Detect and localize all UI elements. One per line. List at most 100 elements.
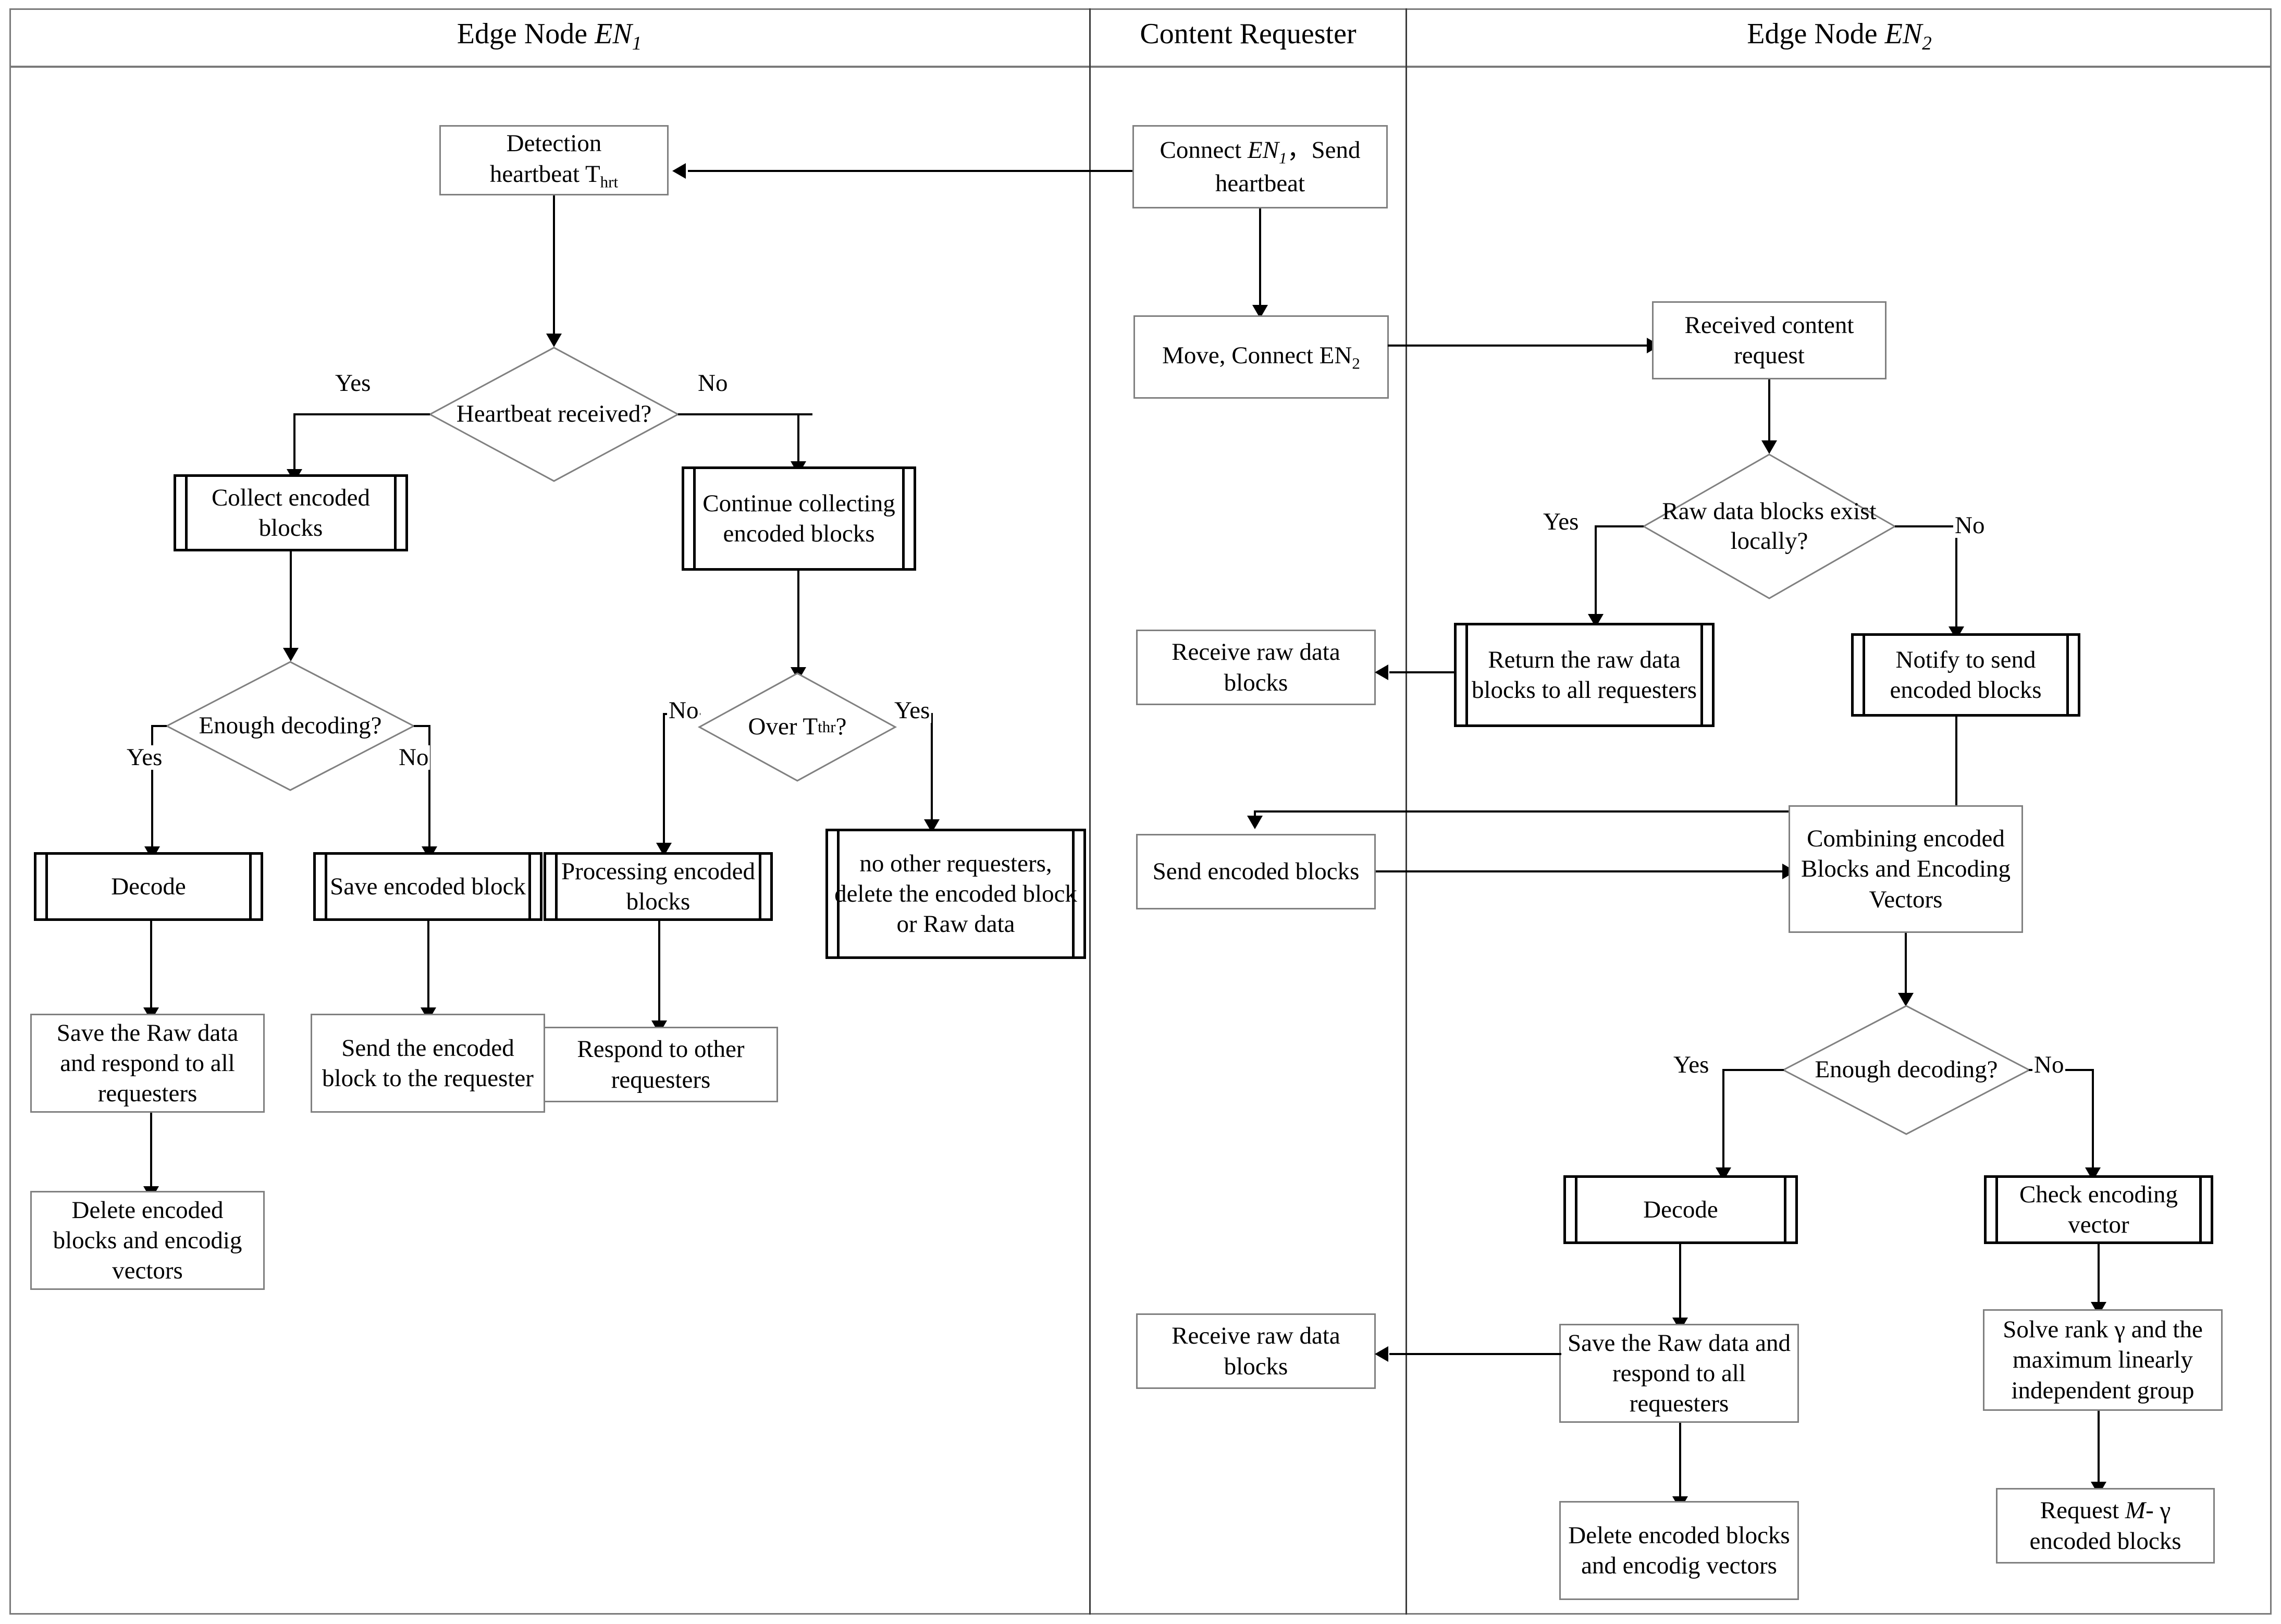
arrowhead-connect-to-detection bbox=[672, 163, 686, 179]
arrowhead-to-heartbeat-diamond bbox=[546, 334, 562, 347]
node-connect-en1-send-heartbeat-label: Connect EN1，Send heartbeat bbox=[1160, 136, 1361, 197]
arrowhead-received-to-rawdiamond bbox=[1761, 440, 1777, 454]
node-check-encoding-vector[interactable]: Check encoding vector bbox=[1984, 1175, 2213, 1244]
edge-enough2-no-v bbox=[2092, 1069, 2094, 1171]
node-no-other-requesters-label: no other requesters, delete the encoded … bbox=[834, 850, 1077, 938]
edge-heartbeat-yes-h bbox=[293, 413, 430, 415]
edge-sendencoded-to-combining bbox=[1376, 870, 1785, 872]
node-collect-encoded-blocks-label: Collect encoded blocks bbox=[211, 484, 371, 542]
decision-enough-decoding-en1[interactable]: Enough decoding? bbox=[165, 661, 416, 791]
decision-over-tthr[interactable]: Over Tthr? bbox=[697, 672, 897, 782]
node-return-raw-to-all[interactable]: Return the raw data blocks to all reques… bbox=[1454, 623, 1715, 727]
edge-connect-to-detection bbox=[688, 170, 1132, 172]
edge-label-enough1-yes: Yes bbox=[125, 745, 164, 770]
node-receive-raw-data-blocks-2-label: Receive raw data blocks bbox=[1172, 1322, 1340, 1380]
edge-notify-down bbox=[1955, 717, 1957, 812]
edge-label-raw-yes: Yes bbox=[1542, 510, 1581, 534]
edge-label-enough2-no: No bbox=[2032, 1053, 2066, 1077]
edge-label-tthr-no: No bbox=[667, 698, 700, 723]
node-received-content-request-label: Received content request bbox=[1684, 311, 1854, 369]
node-delete-encoded-en2-label: Delete encoded blocks and encodig vector… bbox=[1568, 1521, 1790, 1579]
node-send-encoded-block-to-requester-label: Send the encoded block to the requester bbox=[322, 1034, 534, 1092]
edge-saveraw2-to-delete2 bbox=[1679, 1423, 1681, 1498]
arrowhead-notify-to-sendencoded bbox=[1247, 816, 1263, 829]
node-delete-encoded-en2[interactable]: Delete encoded blocks and encodig vector… bbox=[1559, 1501, 1799, 1600]
arrowhead-collect-to-enough bbox=[283, 648, 299, 661]
node-notify-to-send-encoded[interactable]: Notify to send encoded blocks bbox=[1851, 633, 2080, 717]
edge-collect-to-enough bbox=[290, 551, 292, 650]
edge-saveraw1-to-delete bbox=[150, 1113, 152, 1188]
edge-label-tthr-yes: Yes bbox=[893, 698, 932, 723]
node-move-connect-en2-label: Move, Connect EN2 bbox=[1162, 342, 1360, 373]
node-processing-encoded-blocks-label: Processing encoded blocks bbox=[561, 857, 755, 915]
node-decode-en2-label: Decode bbox=[1643, 1196, 1718, 1223]
edge-heartbeat-yes-v bbox=[293, 413, 295, 473]
arrowhead-saveraw2-to-receive2 bbox=[1375, 1346, 1388, 1362]
node-detection-heartbeat[interactable]: Detection heartbeat Thrt bbox=[439, 125, 669, 195]
node-connect-en1-send-heartbeat[interactable]: Connect EN1，Send heartbeat bbox=[1132, 125, 1388, 208]
edge-combining-to-enough2 bbox=[1905, 933, 1907, 995]
node-send-encoded-blocks[interactable]: Send encoded blocks bbox=[1136, 834, 1376, 909]
lane-title-en2-text: Edge Node EN2 bbox=[1747, 18, 1932, 54]
node-solve-rank[interactable]: Solve rank γ and the maximum linearly in… bbox=[1983, 1309, 2223, 1411]
node-decode-en2[interactable]: Decode bbox=[1563, 1175, 1798, 1244]
edge-check-to-solve bbox=[2098, 1244, 2100, 1304]
node-no-other-requesters[interactable]: no other requesters, delete the encoded … bbox=[825, 829, 1086, 959]
edge-saveblock-to-sendblock bbox=[427, 921, 429, 1010]
lane-title-en1-text: Edge Node EN1 bbox=[457, 18, 642, 54]
node-decode-en1-label: Decode bbox=[111, 872, 186, 900]
edge-raw-no-h bbox=[1895, 525, 1957, 527]
node-receive-raw-data-blocks-1[interactable]: Receive raw data blocks bbox=[1136, 630, 1376, 705]
node-save-raw-respond-en2[interactable]: Save the Raw data and respond to all req… bbox=[1559, 1324, 1799, 1423]
edge-raw-yes-v bbox=[1595, 525, 1597, 617]
edge-decode1-to-saveraw bbox=[150, 921, 152, 1010]
edge-label-enough2-yes: Yes bbox=[1672, 1053, 1711, 1077]
edge-enough1-no-v bbox=[428, 725, 430, 850]
node-save-raw-respond-en1[interactable]: Save the Raw data and respond to all req… bbox=[30, 1014, 265, 1113]
node-save-raw-respond-en1-label: Save the Raw data and respond to all req… bbox=[56, 1019, 239, 1108]
node-request-m-gamma[interactable]: Request M- γ encoded blocks bbox=[1996, 1488, 2215, 1564]
edge-detection-to-heartbeat-diamond bbox=[553, 195, 555, 336]
edge-solve-to-request bbox=[2098, 1411, 2100, 1484]
node-continue-collecting[interactable]: Continue collecting encoded blocks bbox=[682, 466, 916, 571]
node-send-encoded-blocks-label: Send encoded blocks bbox=[1152, 858, 1360, 885]
node-combining-blocks-vectors[interactable]: Combining encoded Blocks and Encoding Ve… bbox=[1789, 805, 2023, 933]
node-received-content-request[interactable]: Received content request bbox=[1652, 301, 1887, 379]
edge-label-heartbeat-yes: Yes bbox=[334, 371, 373, 396]
node-save-encoded-block[interactable]: Save encoded block bbox=[313, 852, 542, 921]
node-receive-raw-data-blocks-2[interactable]: Receive raw data blocks bbox=[1136, 1313, 1376, 1389]
edge-enough2-yes-v bbox=[1722, 1069, 1724, 1171]
node-return-raw-to-all-label: Return the raw data blocks to all reques… bbox=[1471, 646, 1697, 704]
edge-continue-to-overtthr bbox=[797, 571, 799, 670]
decision-heartbeat-received[interactable]: Heartbeat received? bbox=[428, 347, 680, 482]
edge-connect-to-move bbox=[1259, 208, 1261, 307]
node-save-raw-respond-en2-label: Save the Raw data and respond to all req… bbox=[1567, 1329, 1791, 1418]
edge-tthr-yes-v bbox=[931, 713, 933, 822]
node-solve-rank-label: Solve rank γ and the maximum linearly in… bbox=[2003, 1316, 2203, 1404]
node-move-connect-en2[interactable]: Move, Connect EN2 bbox=[1133, 315, 1389, 399]
edge-tthr-no-v bbox=[663, 713, 665, 846]
node-request-m-gamma-label: Request M- γ encoded blocks bbox=[2029, 1497, 2181, 1555]
edge-heartbeat-no-h bbox=[678, 413, 812, 415]
node-detection-heartbeat-label: Detection heartbeat Thrt bbox=[489, 130, 619, 191]
edge-label-raw-no: No bbox=[1953, 513, 1987, 538]
decision-enough-decoding-en2[interactable]: Enough decoding? bbox=[1781, 1005, 2031, 1135]
node-combining-blocks-vectors-label: Combining encoded Blocks and Encoding Ve… bbox=[1801, 825, 2011, 913]
lane-title-en1: Edge Node EN1 bbox=[9, 11, 1089, 56]
node-collect-encoded-blocks[interactable]: Collect encoded blocks bbox=[174, 474, 408, 551]
edge-received-to-rawdiamond bbox=[1768, 379, 1770, 442]
node-processing-encoded-blocks[interactable]: Processing encoded blocks bbox=[544, 852, 773, 921]
edge-enough1-yes-h bbox=[151, 725, 167, 727]
edge-raw-yes-h bbox=[1595, 525, 1644, 527]
decision-raw-data-exist-locally[interactable]: Raw data blocks exist locally? bbox=[1642, 453, 1897, 599]
edge-enough2-yes-h bbox=[1722, 1069, 1784, 1071]
edge-move-to-received bbox=[1388, 345, 1649, 347]
node-respond-to-other-requesters[interactable]: Respond to other requesters bbox=[544, 1027, 778, 1102]
node-notify-to-send-encoded-label: Notify to send encoded blocks bbox=[1890, 646, 2042, 704]
node-send-encoded-block-to-requester[interactable]: Send the encoded block to the requester bbox=[311, 1014, 545, 1113]
node-save-encoded-block-label: Save encoded block bbox=[330, 872, 526, 900]
node-decode-en1[interactable]: Decode bbox=[34, 852, 263, 921]
arrowhead-return-to-receive1 bbox=[1375, 665, 1388, 680]
node-check-encoding-vector-label: Check encoding vector bbox=[2019, 1180, 2178, 1238]
node-delete-encoded-en1[interactable]: Delete encoded blocks and encodig vector… bbox=[30, 1191, 265, 1290]
